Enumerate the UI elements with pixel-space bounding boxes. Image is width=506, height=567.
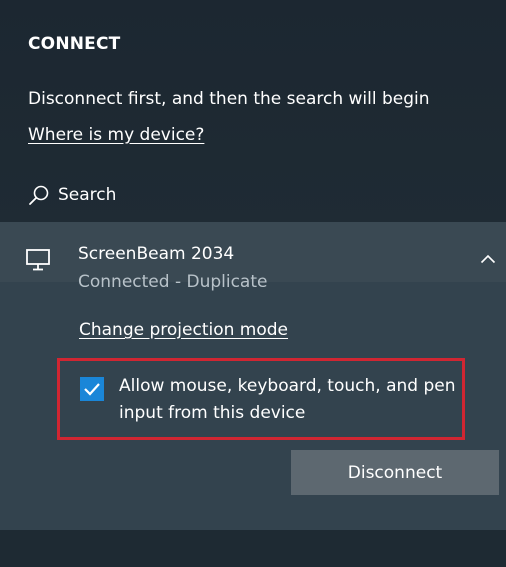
info-text: Disconnect first, and then the search wi… [28, 89, 430, 109]
search-icon [28, 184, 50, 206]
connect-panel: CONNECT Disconnect first, and then the s… [0, 0, 506, 567]
device-card: ScreenBeam 2034 Connected - Duplicate Ch… [0, 222, 506, 530]
chevron-up-icon[interactable] [480, 250, 496, 264]
allow-input-highlight: Allow mouse, keyboard, touch, and pen in… [57, 358, 465, 440]
search-button[interactable]: Search [28, 182, 116, 208]
checkmark-icon [84, 383, 100, 396]
change-projection-mode-link[interactable]: Change projection mode [79, 320, 288, 340]
allow-input-label[interactable]: Allow mouse, keyboard, touch, and pen in… [119, 373, 459, 427]
disconnect-button[interactable]: Disconnect [291, 450, 499, 495]
device-status: Connected - Duplicate [78, 272, 268, 292]
search-label: Search [58, 185, 117, 205]
bottom-area [0, 530, 506, 567]
monitor-icon [26, 249, 50, 271]
panel-title: CONNECT [28, 34, 121, 54]
where-is-my-device-link[interactable]: Where is my device? [28, 125, 204, 145]
device-name: ScreenBeam 2034 [78, 244, 235, 264]
allow-input-checkbox[interactable] [80, 377, 104, 401]
